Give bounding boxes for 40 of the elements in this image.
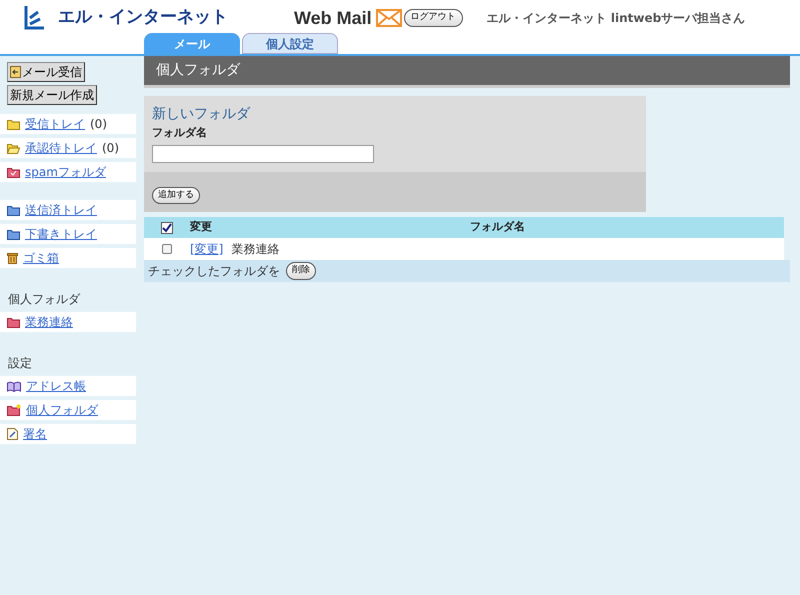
new-folder-icon	[7, 404, 21, 416]
folder-link[interactable]: 署名	[23, 425, 47, 443]
field-label: フォルダ名	[152, 125, 208, 141]
folder-icon	[7, 118, 20, 130]
folder-icon	[7, 316, 20, 328]
folder-name-field[interactable]	[152, 144, 374, 162]
book-icon	[7, 380, 21, 392]
product-name: Web Mail	[294, 6, 372, 30]
document-icon	[7, 428, 18, 440]
edit-link[interactable]: [変更]	[190, 240, 224, 258]
column-header: フォルダ名	[470, 219, 525, 236]
open-folder-icon	[7, 142, 20, 154]
select-all-checkbox[interactable]	[161, 222, 173, 234]
unread-count: (0)	[90, 116, 107, 133]
footer-text: チェックしたフォルダを	[148, 263, 280, 280]
brand-name: エル・インターネット	[58, 6, 228, 30]
receive-icon	[10, 66, 21, 78]
folder-link[interactable]: 承認待トレイ	[25, 139, 97, 157]
envelope-icon	[376, 9, 402, 27]
form-title: 新しいフォルダ	[152, 105, 252, 124]
spam-folder-icon	[7, 166, 20, 178]
delete-button[interactable]: 削除	[286, 262, 316, 280]
folder-icon	[7, 228, 20, 240]
user-name: エル・インターネット lintwebサーバ担当さん	[486, 10, 746, 27]
tab[interactable]: メール	[144, 33, 240, 54]
unread-count: (0)	[102, 140, 119, 157]
folder-icon	[7, 204, 20, 216]
trash-icon	[7, 252, 18, 264]
table-cell-text: 業務連絡	[231, 241, 280, 258]
sidebar-button[interactable]: 新規メール作成	[7, 85, 97, 105]
folder-link[interactable]: 受信トレイ	[25, 115, 85, 133]
row-checkbox[interactable]	[162, 244, 172, 254]
add-button[interactable]: 追加する	[152, 186, 200, 204]
logout-button[interactable]: ログアウト	[404, 9, 463, 27]
section-heading: 個人フォルダ	[7, 291, 82, 308]
tab[interactable]: 個人設定	[242, 33, 338, 54]
section-heading: 設定	[7, 355, 33, 372]
sidebar-button[interactable]: メール受信	[7, 62, 85, 82]
page-title: 個人フォルダ	[144, 56, 790, 88]
column-header: 変更	[190, 219, 213, 236]
